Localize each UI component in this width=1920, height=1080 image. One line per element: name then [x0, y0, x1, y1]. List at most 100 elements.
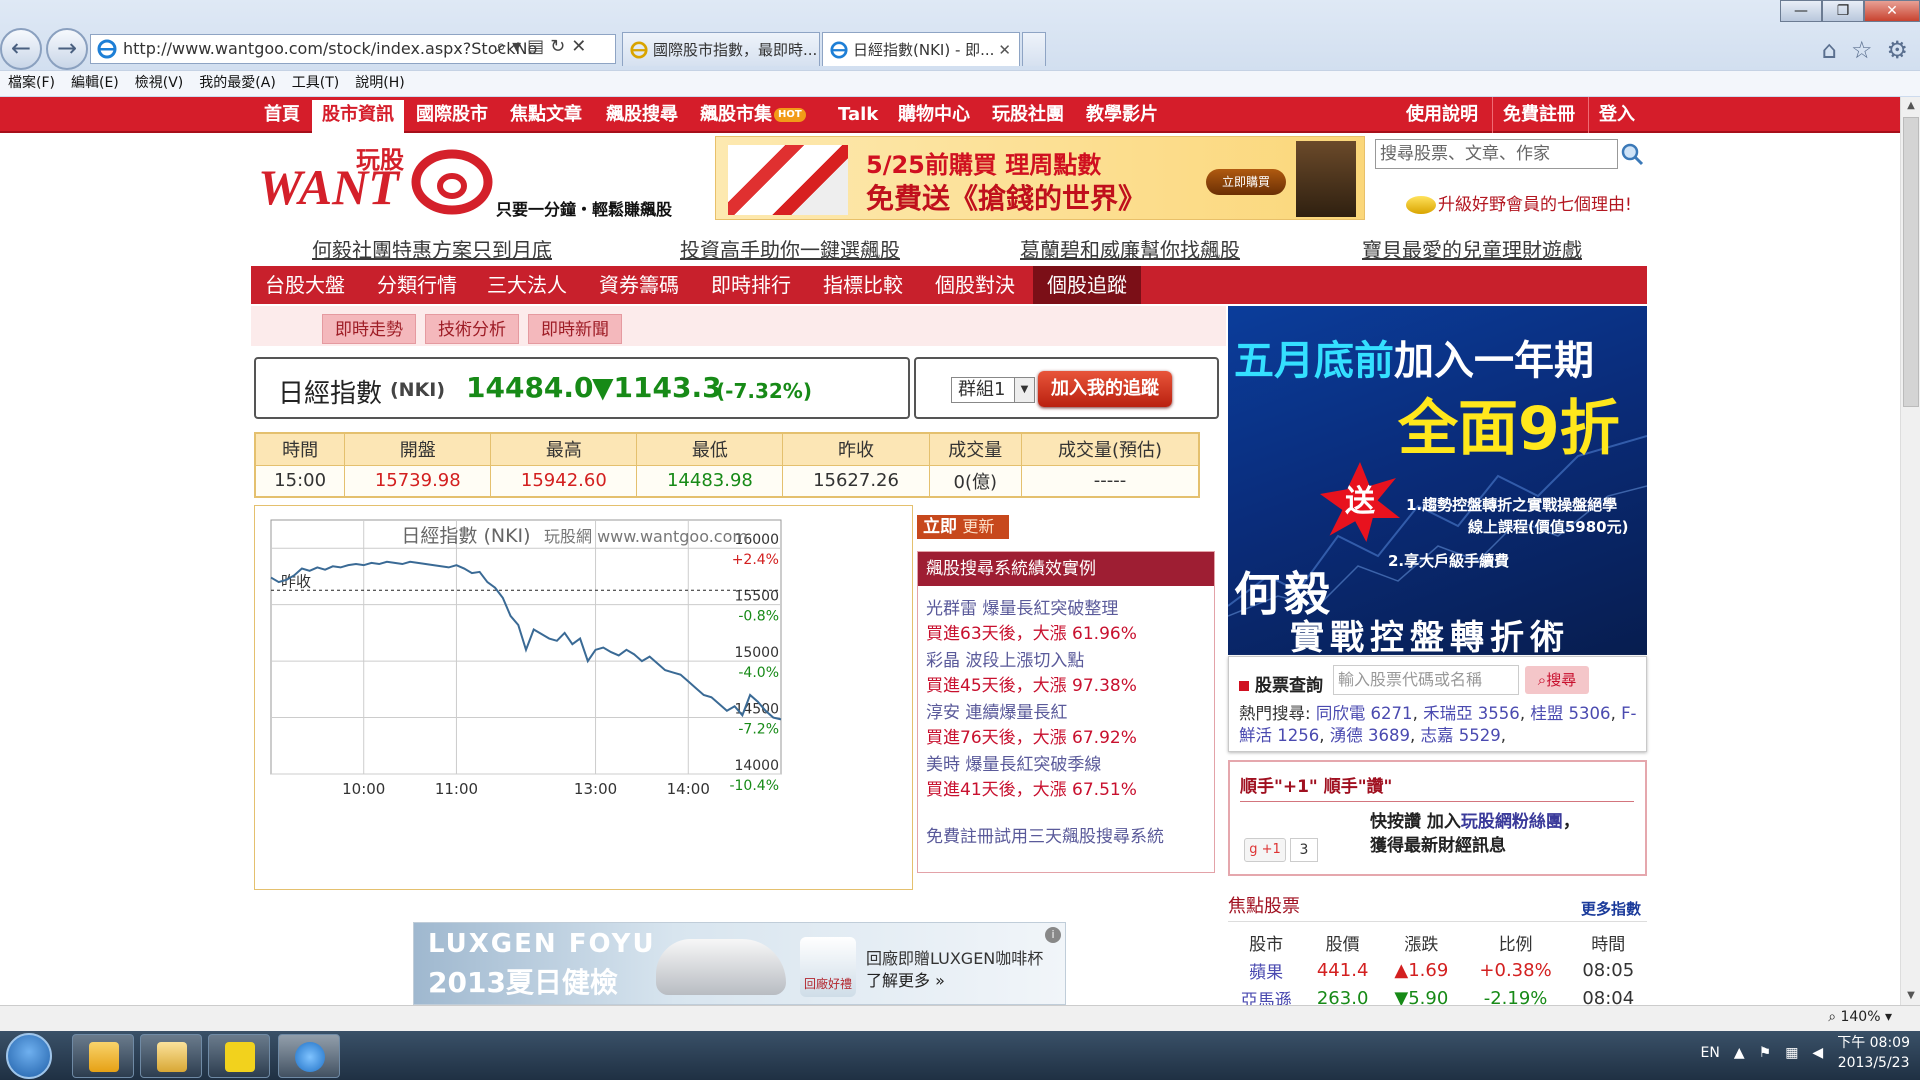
flag-icon[interactable]: ⚑	[1759, 1045, 1772, 1061]
subnav-margin[interactable]: 資券籌碼	[585, 266, 693, 304]
refresh-button[interactable]: 立即 更新	[917, 515, 1009, 539]
table-row[interactable]: 蘋果 441.4 ▲1.69 +0.38% 08:05	[1228, 956, 1647, 984]
nav-home[interactable]: 首頁	[254, 97, 310, 133]
performance-item[interactable]: 美時 爆量長紅突破季線 買進41天後，大漲 67.51%	[926, 750, 1137, 800]
add-to-tracking-button[interactable]: 加入我的追蹤	[1038, 371, 1172, 407]
tray-expand-icon[interactable]: ▲	[1734, 1045, 1745, 1061]
ad-learn-more[interactable]: 了解更多 »	[866, 967, 945, 991]
nav-shopping[interactable]: 購物中心	[888, 97, 980, 133]
nav-intl-markets[interactable]: 國際股市	[406, 97, 498, 133]
nav-talk[interactable]: Talk	[828, 97, 888, 133]
subnav-institutions[interactable]: 三大法人	[473, 266, 581, 304]
forward-button[interactable]: →	[46, 28, 88, 70]
performance-item[interactable]: 淳安 連續爆量長紅 買進76天後，大漲 67.92%	[926, 698, 1137, 748]
subtab-technical[interactable]: 技術分析	[425, 314, 519, 344]
search-icon[interactable]	[1620, 142, 1644, 166]
stock-query-search-button[interactable]: ⌕搜尋	[1525, 666, 1589, 694]
compat-view-icon[interactable]: ▤	[527, 36, 544, 57]
volume-icon[interactable]: ◀	[1812, 1045, 1823, 1061]
nav-login[interactable]: 登入	[1588, 97, 1645, 133]
taskbar-explorer[interactable]	[140, 1034, 202, 1078]
promo-link-4[interactable]: 寶貝最愛的兒童理財遊戲	[1362, 234, 1582, 263]
network-icon[interactable]: ▦	[1785, 1045, 1798, 1061]
luxgen-ad-banner[interactable]: LUXGEN FOYU 2013夏日健檢 回廠好禮 回廠即贈LUXGEN咖啡杯 …	[413, 922, 1066, 1005]
hot-search-item[interactable]: 同欣電 6271	[1316, 704, 1413, 723]
promo-link-1[interactable]: 何毅社團特惠方案只到月底	[312, 234, 552, 263]
subtab-realtime[interactable]: 即時走勢	[322, 314, 416, 344]
scroll-thumb[interactable]	[1903, 117, 1919, 407]
back-button[interactable]: ←	[0, 28, 42, 70]
favorites-star-icon[interactable]: ☆	[1851, 36, 1873, 64]
taskbar-app[interactable]	[208, 1034, 270, 1078]
maximize-button[interactable]: ❐	[1822, 0, 1864, 22]
subtab-news[interactable]: 即時新聞	[528, 314, 622, 344]
promo-link-3[interactable]: 葛蘭碧和威廉幫你找飆股	[1020, 234, 1240, 263]
start-button[interactable]	[6, 1033, 52, 1079]
nav-clubs[interactable]: 玩股社團	[982, 97, 1074, 133]
menu-view[interactable]: 檢視(V)	[127, 71, 192, 96]
google-plus-one-button[interactable]: g +1	[1244, 838, 1286, 862]
tab-intl-indices[interactable]: 國際股市指數，最即時...	[622, 32, 820, 66]
scroll-up-icon[interactable]: ▲	[1901, 97, 1920, 115]
menu-favorites[interactable]: 我的最愛(A)	[191, 71, 284, 96]
y-tick-label: 14000	[734, 758, 779, 774]
subnav-ranking[interactable]: 即時排行	[697, 266, 805, 304]
page-scrollbar[interactable]: ▲ ▼	[1900, 97, 1920, 1005]
more-indices-link[interactable]: 更多指數	[1581, 898, 1641, 919]
course-ad-banner[interactable]: 五月底前加入一年期 全面9折 送 1.趨勢控盤轉折之實戰操盤絕學 線上課程(價值…	[1228, 306, 1647, 655]
free-trial-link[interactable]: 免費註冊試用三天飆股搜尋系統	[926, 822, 1164, 847]
promo-link-2[interactable]: 投資高手助你一鍵選飆股	[680, 234, 900, 263]
upgrade-link[interactable]: 升級好野會員的七個理由!	[1406, 190, 1632, 215]
zoom-level[interactable]: ⌕ 140% ▾	[1828, 1009, 1892, 1025]
language-indicator[interactable]: EN	[1701, 1045, 1720, 1061]
home-icon[interactable]: ⌂	[1822, 36, 1837, 64]
menu-tools[interactable]: 工具(T)	[284, 71, 347, 96]
menu-file[interactable]: 檔案(F)	[0, 71, 63, 96]
hot-search-item[interactable]: 桂盟 5306	[1530, 704, 1610, 723]
group-select[interactable]: 群組1 ▼	[951, 377, 1035, 403]
nav-help[interactable]: 使用說明	[1396, 97, 1488, 133]
search-icon[interactable]: ⌕	[496, 36, 506, 57]
hot-search-item[interactable]: 湧德 3689	[1330, 726, 1410, 745]
subnav-tw-index[interactable]: 台股大盤	[251, 266, 359, 304]
minimize-button[interactable]: —	[1780, 0, 1822, 22]
subnav-duel[interactable]: 個股對決	[921, 266, 1029, 304]
ad-info-icon[interactable]: i	[1045, 927, 1061, 943]
dropdown-icon[interactable]: ▾	[512, 36, 521, 57]
promo-banner-top[interactable]: 5/25前購買 理周點數 免費送《搶錢的世界》 立即購買	[715, 136, 1365, 220]
clock[interactable]: 下午 08:09 2013/5/23	[1837, 1033, 1910, 1073]
nav-videos[interactable]: 教學影片	[1076, 97, 1168, 133]
tab-nikkei[interactable]: 日經指數(NKI) - 即... ✕	[822, 32, 1020, 66]
wantgoo-logo[interactable]: WANT 玩股	[256, 144, 496, 220]
perf-result: 買進63天後，大漲 61.96%	[926, 624, 1137, 644]
menu-edit[interactable]: 編輯(E)	[63, 71, 127, 96]
fan-page-link[interactable]: 玩股網粉絲團	[1461, 812, 1563, 832]
refresh-icon[interactable]: ↻	[550, 36, 565, 57]
nav-market[interactable]: 飆股市集 HOT	[690, 97, 816, 133]
hot-search-item[interactable]: 禾瑞亞 3556	[1423, 704, 1520, 723]
new-tab-button[interactable]	[1022, 32, 1046, 66]
settings-gear-icon[interactable]: ⚙	[1886, 36, 1908, 64]
menu-help[interactable]: 說明(H)	[347, 71, 412, 96]
site-search-input[interactable]: 搜尋股票、文章、作家	[1375, 139, 1618, 169]
banner-buy-button[interactable]: 立即購買	[1206, 169, 1286, 195]
stop-icon[interactable]: ✕	[571, 36, 586, 57]
scroll-down-icon[interactable]: ▼	[1901, 987, 1920, 1005]
nav-articles[interactable]: 焦點文章	[500, 97, 592, 133]
performance-item[interactable]: 光群雷 爆量長紅突破整理 買進63天後，大漲 61.96%	[926, 594, 1137, 644]
hot-search-item[interactable]: 志嘉 5529	[1421, 726, 1501, 745]
stock-query-input[interactable]: 輸入股票代碼或名稱	[1333, 665, 1519, 695]
nav-register[interactable]: 免費註冊	[1492, 97, 1585, 133]
subnav-tracking[interactable]: 個股追蹤	[1033, 266, 1141, 304]
close-window-button[interactable]: ✕	[1864, 0, 1920, 22]
subnav-category[interactable]: 分類行情	[363, 266, 471, 304]
stock-name[interactable]: 蘋果	[1228, 956, 1304, 984]
performance-item[interactable]: 彩晶 波段上漲切入點 買進45天後，大漲 97.38%	[926, 646, 1137, 696]
nav-market-info[interactable]: 股市資訊	[312, 97, 404, 133]
taskbar-ie[interactable]	[278, 1034, 340, 1078]
subnav-compare[interactable]: 指標比較	[809, 266, 917, 304]
nav-stock-search[interactable]: 飆股搜尋	[596, 97, 688, 133]
taskbar-outlook[interactable]	[72, 1034, 134, 1078]
close-tab-icon[interactable]: ✕	[998, 33, 1011, 66]
share-line2: 獲得最新財經訊息	[1370, 836, 1506, 856]
